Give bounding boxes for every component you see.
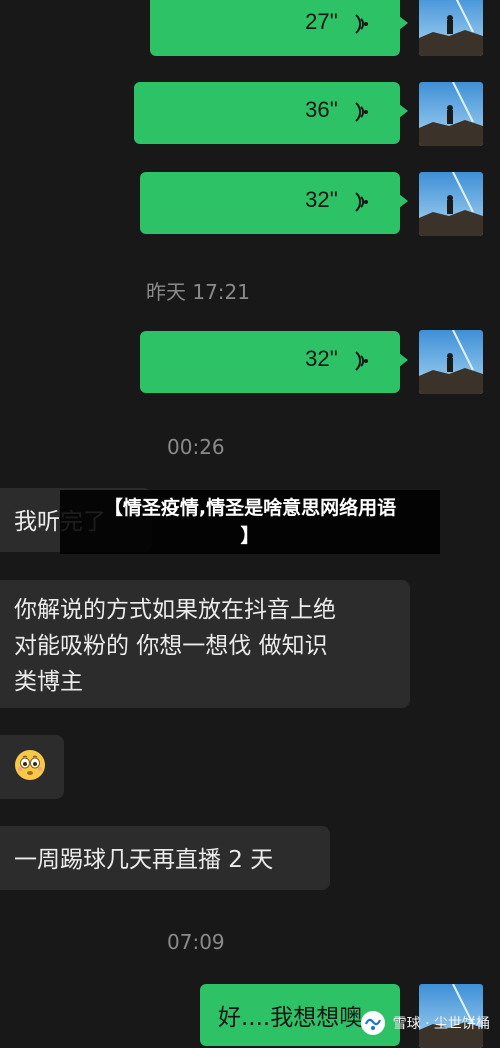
voice-duration: 32'': [305, 346, 338, 371]
voice-message-bubble[interactable]: 32'': [140, 331, 408, 393]
timestamp: 00:26: [167, 435, 225, 459]
watermark-text: 雪球 · 尘世饼桶: [392, 1016, 490, 1032]
voice-wave-icon: [355, 192, 368, 212]
message-text-line: 类博主: [14, 669, 83, 695]
article-title-line: 】: [240, 525, 260, 547]
watermark: 雪球 · 尘世饼桶: [359, 1008, 490, 1038]
voice-message-bubble[interactable]: 27'': [150, 0, 408, 56]
incoming-message-bubble[interactable]: 你解说的方式如果放在抖音上绝 对能吸粉的 你想一想伐 做知识 类博主: [0, 580, 410, 708]
timestamp: 昨天 17:21: [146, 280, 250, 304]
voice-message-bubble[interactable]: 32'': [140, 172, 408, 234]
avatar[interactable]: [419, 0, 483, 56]
message-text-line: 你解说的方式如果放在抖音上绝: [14, 597, 336, 623]
voice-wave-icon: [355, 14, 368, 34]
voice-duration: 27'': [305, 9, 338, 34]
message-text: 一周踢球几天再直播 2 天: [14, 847, 274, 873]
avatar[interactable]: [419, 82, 483, 146]
timestamp: 07:09: [167, 930, 225, 954]
message-text: 好....我想想噢: [218, 1005, 363, 1031]
voice-message-bubble[interactable]: 36'': [134, 82, 408, 144]
avatar-image: [419, 172, 483, 236]
avatar[interactable]: [419, 172, 483, 236]
voice-duration: 36'': [305, 97, 338, 122]
voice-wave-icon: [355, 102, 368, 122]
avatar-image: [419, 0, 483, 56]
incoming-message-bubble[interactable]: [0, 735, 64, 799]
snowball-logo-icon: [360, 1011, 385, 1035]
article-title-line: 【情圣疫情,情圣是啥意思网络用语: [103, 497, 397, 519]
article-title-overlay: 【情圣疫情,情圣是啥意思网络用语 】: [60, 490, 440, 554]
incoming-message-bubble[interactable]: 一周踢球几天再直播 2 天: [0, 826, 330, 890]
avatar-image: [419, 82, 483, 146]
avatar[interactable]: [419, 330, 483, 394]
voice-wave-icon: [355, 351, 368, 371]
voice-duration: 32'': [305, 187, 338, 212]
message-text-line: 对能吸粉的 你想一想伐 做知识: [14, 633, 328, 659]
avatar-image: [419, 330, 483, 394]
flushed-face-icon: [15, 750, 45, 780]
